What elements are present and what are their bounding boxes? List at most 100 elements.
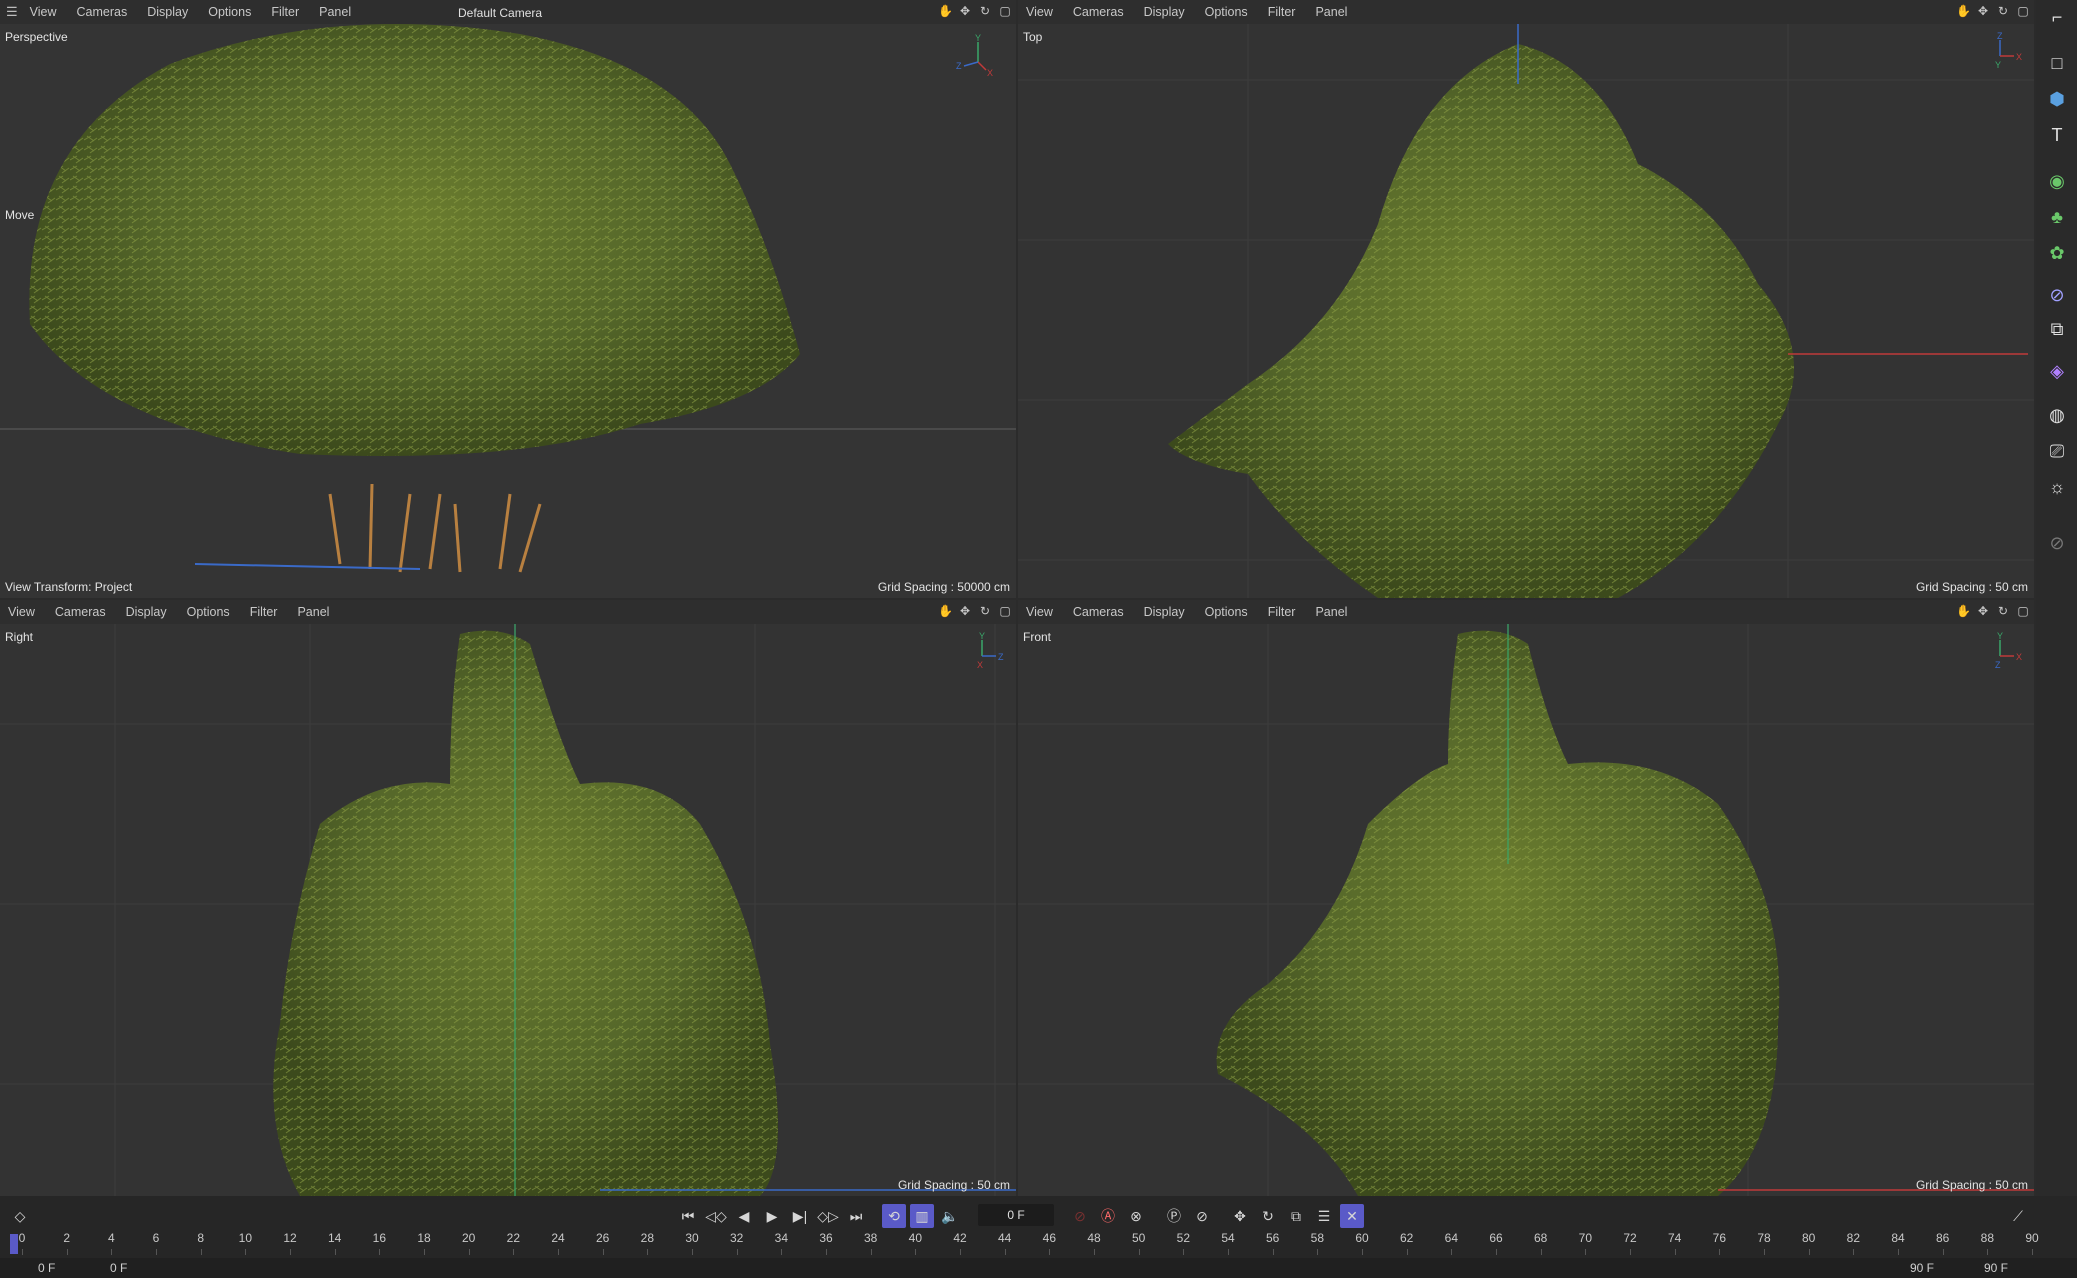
instance-icon[interactable]: ⧉ <box>2044 316 2070 342</box>
timeline-tick-mark <box>245 1249 247 1255</box>
start-frame-field[interactable]: 0 F <box>38 1260 55 1276</box>
sky-icon[interactable]: ◍ <box>2044 402 2070 428</box>
rotate-view-icon[interactable]: ↻ <box>1996 604 2010 618</box>
maximize-icon[interactable]: ▢ <box>2016 4 2030 18</box>
menu-options[interactable]: Options <box>1205 605 1248 619</box>
go-to-end-icon[interactable]: ⏭ <box>844 1204 868 1228</box>
menu-display[interactable]: Display <box>1144 5 1185 19</box>
pan-icon[interactable]: ✋ <box>938 4 953 18</box>
rotate-key-icon[interactable]: ↻ <box>1256 1204 1280 1228</box>
right-canvas[interactable]: Right Y X Z Grid Spacing : 50 cm <box>0 624 1016 1196</box>
generator-icon[interactable]: ◉ <box>2044 168 2070 194</box>
timeline-range-bar: 0 F 0 F 90 F 90 F <box>0 1258 2077 1278</box>
menu-filter[interactable]: Filter <box>271 5 299 19</box>
timeline-tick-mark <box>736 1249 738 1255</box>
go-to-start-icon[interactable]: ⏮ <box>676 1204 700 1228</box>
keyframe-selection-icon[interactable]: ⊗ <box>1124 1204 1148 1228</box>
move-key-icon[interactable]: ✥ <box>1228 1204 1252 1228</box>
rotate-view-icon[interactable]: ↻ <box>978 604 992 618</box>
paint-icon[interactable]: ⊘ <box>2044 530 2070 556</box>
keyframe-icon[interactable]: ◇ <box>8 1204 32 1228</box>
menu-panel[interactable]: Panel <box>319 5 351 19</box>
menu-cameras[interactable]: Cameras <box>1073 5 1124 19</box>
menu-options[interactable]: Options <box>187 605 230 619</box>
menu-panel[interactable]: Panel <box>1315 605 1347 619</box>
pan-icon[interactable]: ✋ <box>1956 604 1971 618</box>
light-icon[interactable]: ☼ <box>2044 474 2070 500</box>
menu-filter[interactable]: Filter <box>1268 5 1296 19</box>
menu-view[interactable]: View <box>8 605 35 619</box>
current-frame-field[interactable]: 0 F <box>978 1204 1054 1226</box>
menu-cameras[interactable]: Cameras <box>1073 605 1124 619</box>
next-key-icon[interactable]: ◇▷ <box>816 1204 840 1228</box>
text-icon[interactable]: T <box>2044 122 2070 148</box>
camera-icon[interactable]: ⎚ <box>2044 438 2070 464</box>
fcurve-icon[interactable]: ⟋ <box>2006 1204 2030 1228</box>
param-key-icon[interactable]: ☰ <box>1312 1204 1336 1228</box>
playhead[interactable] <box>10 1234 18 1254</box>
loop-icon[interactable]: ⟲ <box>882 1204 906 1228</box>
rotate-view-icon[interactable]: ↻ <box>978 4 992 18</box>
menu-display[interactable]: Display <box>147 5 188 19</box>
hamburger-icon[interactable]: ☰ <box>6 4 18 20</box>
rectangle-icon[interactable]: □ <box>2044 50 2070 76</box>
menu-display[interactable]: Display <box>126 605 167 619</box>
menu-view[interactable]: View <box>1026 5 1053 19</box>
timeline-tick-label: 8 <box>197 1231 204 1245</box>
pan-icon[interactable]: ✋ <box>938 604 953 618</box>
pan-icon[interactable]: ✋ <box>1956 4 1971 18</box>
menu-filter[interactable]: Filter <box>250 605 278 619</box>
top-canvas[interactable]: Top Z Y X Grid Spacing : 50 cm <box>1018 24 2034 598</box>
cloner-icon[interactable]: ♣ <box>2044 204 2070 230</box>
timeline-ruler[interactable]: 0 2 4 6 8 10 12 14 16 18 20 22 24 26 28 30 32 34 36 38 40 42 4… <box>10 1231 2039 1257</box>
rotation-key-icon[interactable]: ⊘ <box>1190 1204 1214 1228</box>
maximize-icon[interactable]: ▢ <box>998 4 1012 18</box>
end-frame-field[interactable]: 90 F <box>1984 1260 2008 1276</box>
cube-icon[interactable]: ⬢ <box>2044 86 2070 112</box>
sound-icon[interactable]: 🔈 <box>938 1204 962 1228</box>
menu-view[interactable]: View <box>1026 605 1053 619</box>
play-icon[interactable]: ▶ <box>760 1204 784 1228</box>
viewport-front[interactable]: View Cameras Display Options Filter Pane… <box>1018 600 2034 1196</box>
maximize-icon[interactable]: ▢ <box>998 604 1012 618</box>
rotate-view-icon[interactable]: ↻ <box>1996 4 2010 18</box>
preview-end-field[interactable]: 90 F <box>1910 1260 1934 1276</box>
move-view-icon[interactable]: ✥ <box>1976 4 1990 18</box>
timeline-tick-mark <box>1496 1249 1497 1255</box>
menu-cameras[interactable]: Cameras <box>77 5 128 19</box>
timeline-tick-label: 20 <box>461 1231 476 1245</box>
maximize-icon[interactable]: ▢ <box>2016 604 2030 618</box>
move-view-icon[interactable]: ✥ <box>1976 604 1990 618</box>
menu-display[interactable]: Display <box>1144 605 1185 619</box>
menu-panel[interactable]: Panel <box>1315 5 1347 19</box>
front-canvas[interactable]: Front Y Z X Grid Spacing : 50 cm <box>1018 624 2034 1196</box>
record-disabled-icon[interactable]: ⊘ <box>1068 1204 1092 1228</box>
scale-key-icon[interactable]: ⧉ <box>1284 1204 1308 1228</box>
viewport-right[interactable]: View Cameras Display Options Filter Pane… <box>0 600 1016 1196</box>
perspective-canvas[interactable]: Perspective Move Y Z X View Transform: P… <box>0 24 1016 598</box>
move-view-icon[interactable]: ✥ <box>958 604 972 618</box>
camera-label[interactable]: Default Camera <box>458 6 542 20</box>
preview-range-icon[interactable]: ▥ <box>910 1204 934 1228</box>
viewport-perspective[interactable]: ☰ View Cameras Display Options Filter Pa… <box>0 0 1016 598</box>
menu-cameras[interactable]: Cameras <box>55 605 106 619</box>
menu-options[interactable]: Options <box>1205 5 1248 19</box>
position-key-icon[interactable]: Ⓟ <box>1162 1204 1186 1228</box>
deformer-icon[interactable]: ✿ <box>2044 240 2070 266</box>
next-frame-icon[interactable]: ▶| <box>788 1204 812 1228</box>
autokey-icon[interactable]: Ⓐ <box>1096 1204 1120 1228</box>
menu-options[interactable]: Options <box>208 5 251 19</box>
pla-key-icon[interactable]: ✕ <box>1340 1204 1364 1228</box>
previous-frame-icon[interactable]: ◀ <box>732 1204 756 1228</box>
effector-icon[interactable]: ◈ <box>2044 358 2070 384</box>
menu-panel[interactable]: Panel <box>297 605 329 619</box>
preview-start-field[interactable]: 0 F <box>110 1260 127 1276</box>
spline-icon[interactable]: ⊘ <box>2044 282 2070 308</box>
viewport-top[interactable]: View Cameras Display Options Filter Pane… <box>1018 0 2034 598</box>
menu-filter[interactable]: Filter <box>1268 605 1296 619</box>
right-toolbar: ⌐ □ ⬢ T ◉ ♣ ✿ ⊘ ⧉ ◈ ◍ ⎚ ☼ ⊘ <box>2036 0 2077 1196</box>
previous-key-icon[interactable]: ◁◇ <box>704 1204 728 1228</box>
menu-view[interactable]: View <box>30 5 57 19</box>
move-view-icon[interactable]: ✥ <box>958 4 972 18</box>
select-icon[interactable]: ⌐ <box>2044 4 2070 30</box>
